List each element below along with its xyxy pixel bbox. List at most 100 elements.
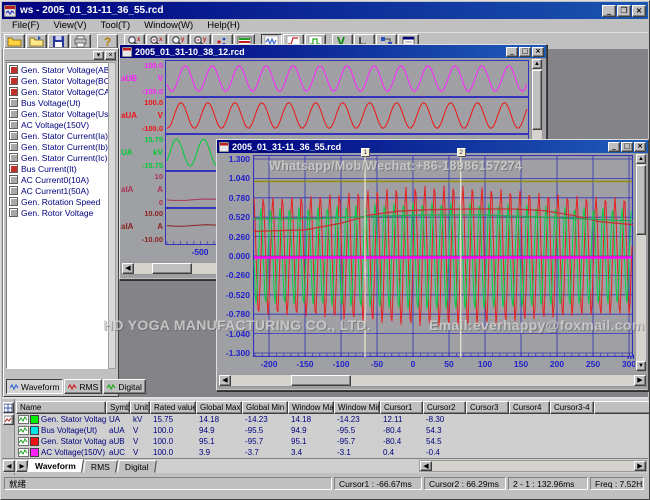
- signal-item[interactable]: Gen. Stator Voltage(AB): [7, 64, 108, 75]
- signal-item[interactable]: Gen. Rotor Voltage: [7, 207, 108, 218]
- table-h-scrollbar[interactable]: ◀▶: [419, 460, 647, 472]
- column-header-global-max[interactable]: Global Max: [196, 401, 242, 414]
- panel-close-button[interactable]: ×: [105, 51, 116, 60]
- save-button[interactable]: [48, 34, 69, 49]
- cursor-handle-1[interactable]: 1: [361, 148, 370, 157]
- signal-checkbox[interactable]: [9, 87, 18, 96]
- front-window-titlebar[interactable]: 2005_01_31-11_36_55.rcd _ □ ×: [217, 140, 648, 153]
- cursor-handle-2[interactable]: 2: [457, 148, 466, 157]
- column-header-name[interactable]: Name: [16, 401, 106, 414]
- table-row[interactable]: AC Voltage(150V)aUCV100.03.9-3.73.4-3.10…: [16, 447, 648, 457]
- column-header-cursor2[interactable]: Cursor2: [423, 401, 466, 414]
- signal-item[interactable]: AC Current1(50A): [7, 185, 108, 196]
- tab-scroll-left[interactable]: ◀: [3, 460, 15, 472]
- column-header-window-min[interactable]: Window Min: [334, 401, 380, 414]
- open-as-button[interactable]: [26, 34, 47, 49]
- scroll-track[interactable]: [432, 461, 634, 471]
- tab-digital[interactable]: Digital: [117, 460, 156, 473]
- menu-view[interactable]: View(V): [46, 20, 93, 32]
- scroll-thumb[interactable]: [152, 263, 192, 274]
- signal-item[interactable]: Gen. Stator Voltage(CA): [7, 86, 108, 97]
- signal-checkbox[interactable]: [9, 164, 18, 173]
- column-header-cursor3[interactable]: Cursor3: [466, 401, 509, 414]
- signal-checkbox[interactable]: [9, 197, 18, 206]
- signal-checkbox[interactable]: [9, 153, 18, 162]
- menu-tool[interactable]: Tool(T): [94, 20, 138, 32]
- table-grid-button[interactable]: [3, 402, 14, 413]
- column-header-symbol[interactable]: Symbol: [106, 401, 130, 414]
- front-h-scrollbar[interactable]: ◀▶: [218, 374, 647, 387]
- open-button[interactable]: [4, 34, 25, 49]
- scroll-left-arrow[interactable]: ◀: [420, 461, 432, 471]
- front-chart-client[interactable]: 1.3001.0400.7800.5200.2600.000-0.260-0.5…: [217, 153, 648, 389]
- scroll-thumb[interactable]: [291, 375, 351, 386]
- row-visible-icon[interactable]: [18, 437, 29, 446]
- scroll-right-arrow[interactable]: ▶: [634, 461, 646, 471]
- scroll-left-arrow[interactable]: ◀: [122, 263, 134, 274]
- help-button[interactable]: ?: [97, 34, 118, 49]
- table-export-button[interactable]: [3, 414, 14, 425]
- signal-checkbox[interactable]: [9, 120, 18, 129]
- column-header-cursor3-4[interactable]: Cursor3-4: [550, 401, 594, 414]
- table-row[interactable]: Gen. Stator Voltage(Us)aUBV100.095.1-95.…: [16, 436, 648, 447]
- signal-checkbox[interactable]: [9, 109, 18, 118]
- signal-item[interactable]: AC Voltage(150V): [7, 119, 108, 130]
- minimize-button[interactable]: _: [602, 5, 616, 17]
- row-visible-icon[interactable]: [18, 448, 29, 457]
- back-minimize-button[interactable]: _: [506, 47, 518, 57]
- column-header-window-max[interactable]: Window Max: [288, 401, 334, 414]
- front-record-window[interactable]: 2005_01_31-11_36_55.rcd _ □ × 1.3001.040…: [216, 139, 649, 391]
- signal-item[interactable]: Bus Voltage(Ut): [7, 97, 108, 108]
- signal-list-scrollbar[interactable]: [108, 62, 116, 369]
- front-maximize-button[interactable]: □: [621, 142, 633, 152]
- row-visible-icon[interactable]: [18, 426, 29, 435]
- signal-item[interactable]: Gen. Stator Current(Ib): [7, 141, 108, 152]
- back-close-button[interactable]: ×: [532, 47, 544, 57]
- signal-checkbox[interactable]: [9, 98, 18, 107]
- front-minimize-button[interactable]: _: [608, 142, 620, 152]
- menu-file[interactable]: File(F): [5, 20, 46, 32]
- scroll-up-arrow[interactable]: ▲: [532, 59, 542, 69]
- row-visible-icon[interactable]: [18, 415, 29, 424]
- signal-item[interactable]: Gen. Stator Voltage(BC): [7, 75, 108, 86]
- column-header-rated-value[interactable]: Rated value: [150, 401, 196, 414]
- menu-window[interactable]: Window(W): [137, 20, 200, 32]
- close-button[interactable]: ×: [632, 5, 646, 17]
- signal-checkbox[interactable]: [9, 186, 18, 195]
- tab-rms[interactable]: RMS: [83, 460, 118, 473]
- back-window-titlebar[interactable]: 2005_01_31-10_38_12.rcd _ □ ×: [120, 45, 546, 58]
- column-header-global-min[interactable]: Global Min: [242, 401, 288, 414]
- scroll-thumb[interactable]: [636, 165, 646, 235]
- signal-item[interactable]: Gen. Stator Current(Ia): [7, 130, 108, 141]
- title-bar[interactable]: ws - 2005_01_31-11_36_55.rcd _ ❐ ×: [2, 2, 648, 19]
- signal-panel-grip[interactable]: ▾ ×: [5, 50, 117, 61]
- table-row[interactable]: Gen. Stator Voltage(CA)UAkV15.7514.18-14…: [16, 414, 648, 425]
- back-maximize-button[interactable]: □: [519, 47, 531, 57]
- view-digital-button[interactable]: Digital: [103, 379, 146, 394]
- signal-checkbox[interactable]: [9, 142, 18, 151]
- signal-item[interactable]: Gen. Stator Current(Ic): [7, 152, 108, 163]
- signal-checkbox[interactable]: [9, 76, 18, 85]
- scroll-up-arrow[interactable]: ▲: [636, 154, 646, 164]
- scroll-track[interactable]: [231, 375, 634, 386]
- restore-button[interactable]: ❐: [617, 5, 631, 17]
- signal-item[interactable]: Gen. Rotation Speed: [7, 196, 108, 207]
- front-plot[interactable]: [253, 155, 633, 357]
- signal-item[interactable]: Gen. Stator Voltage(Us): [7, 108, 108, 119]
- scroll-left-arrow[interactable]: ◀: [219, 375, 231, 386]
- print-button[interactable]: [70, 34, 91, 49]
- view-waveform-button[interactable]: Waveform: [6, 379, 63, 394]
- scroll-right-arrow[interactable]: ▶: [634, 375, 646, 386]
- tab-waveform[interactable]: Waveform: [27, 459, 84, 473]
- signal-item[interactable]: AC Current0(10A): [7, 174, 108, 185]
- signal-checkbox[interactable]: [9, 131, 18, 140]
- signal-checkbox[interactable]: [9, 175, 18, 184]
- table-row[interactable]: Bus Voltage(Ut)aUAV100.094.9-95.594.9-95…: [16, 425, 648, 436]
- column-header-cursor1[interactable]: Cursor1: [380, 401, 423, 414]
- signal-checkbox[interactable]: [9, 65, 18, 74]
- signal-checkbox[interactable]: [9, 208, 18, 217]
- scroll-thumb[interactable]: [532, 70, 542, 130]
- view-rms-button[interactable]: RMS: [64, 379, 102, 394]
- column-header-cursor4[interactable]: Cursor4: [509, 401, 550, 414]
- front-v-scrollbar[interactable]: ▲▼: [635, 153, 647, 372]
